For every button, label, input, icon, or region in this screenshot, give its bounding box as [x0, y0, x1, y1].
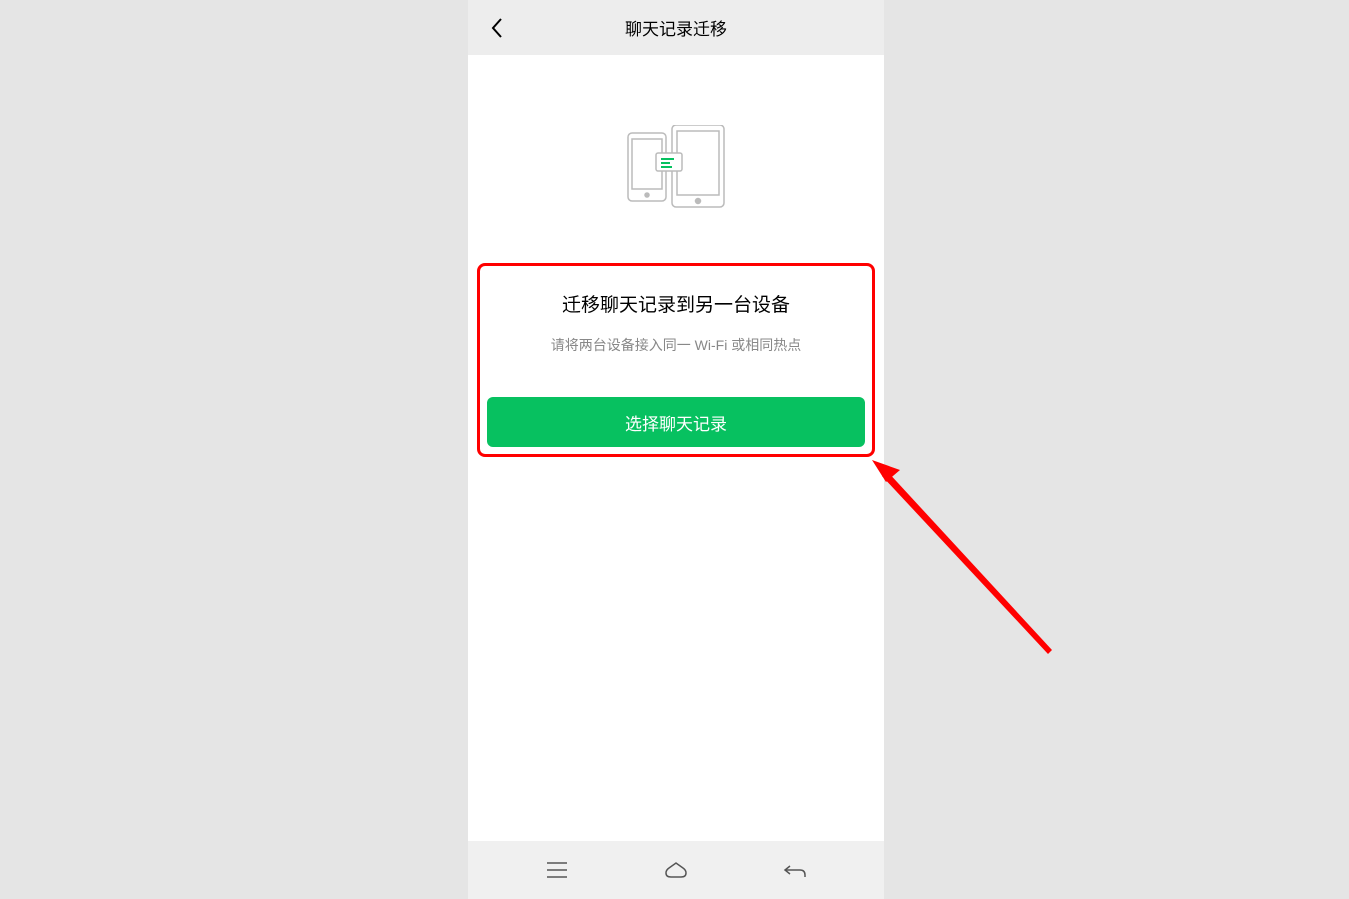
select-chat-history-button[interactable]: 选择聊天记录 [487, 397, 865, 447]
content-area: 迁移聊天记录到另一台设备 请将两台设备接入同一 Wi-Fi 或相同热点 选择聊天… [468, 55, 884, 447]
chevron-left-icon [490, 16, 504, 40]
page-title: 聊天记录迁移 [468, 15, 884, 40]
back-button[interactable] [482, 13, 512, 43]
button-label: 选择聊天记录 [625, 410, 727, 435]
section-title: 迁移聊天记录到另一台设备 [562, 290, 790, 317]
header-bar: 聊天记录迁移 [468, 0, 884, 55]
transfer-illustration-icon [626, 125, 726, 210]
home-icon [663, 860, 689, 880]
section-subtitle: 请将两台设备接入同一 Wi-Fi 或相同热点 [551, 335, 801, 355]
return-icon [782, 861, 808, 879]
menu-icon [545, 861, 569, 879]
nav-back-button[interactable] [765, 850, 825, 890]
annotation-arrow-icon [862, 450, 1062, 665]
nav-menu-button[interactable] [527, 850, 587, 890]
nav-home-button[interactable] [646, 850, 706, 890]
system-nav-bar [468, 841, 884, 899]
phone-screen: 聊天记录迁移 迁移聊天记录到另一台设备 请将两台设备接入同一 Wi-Fi 或相同… [468, 0, 884, 899]
